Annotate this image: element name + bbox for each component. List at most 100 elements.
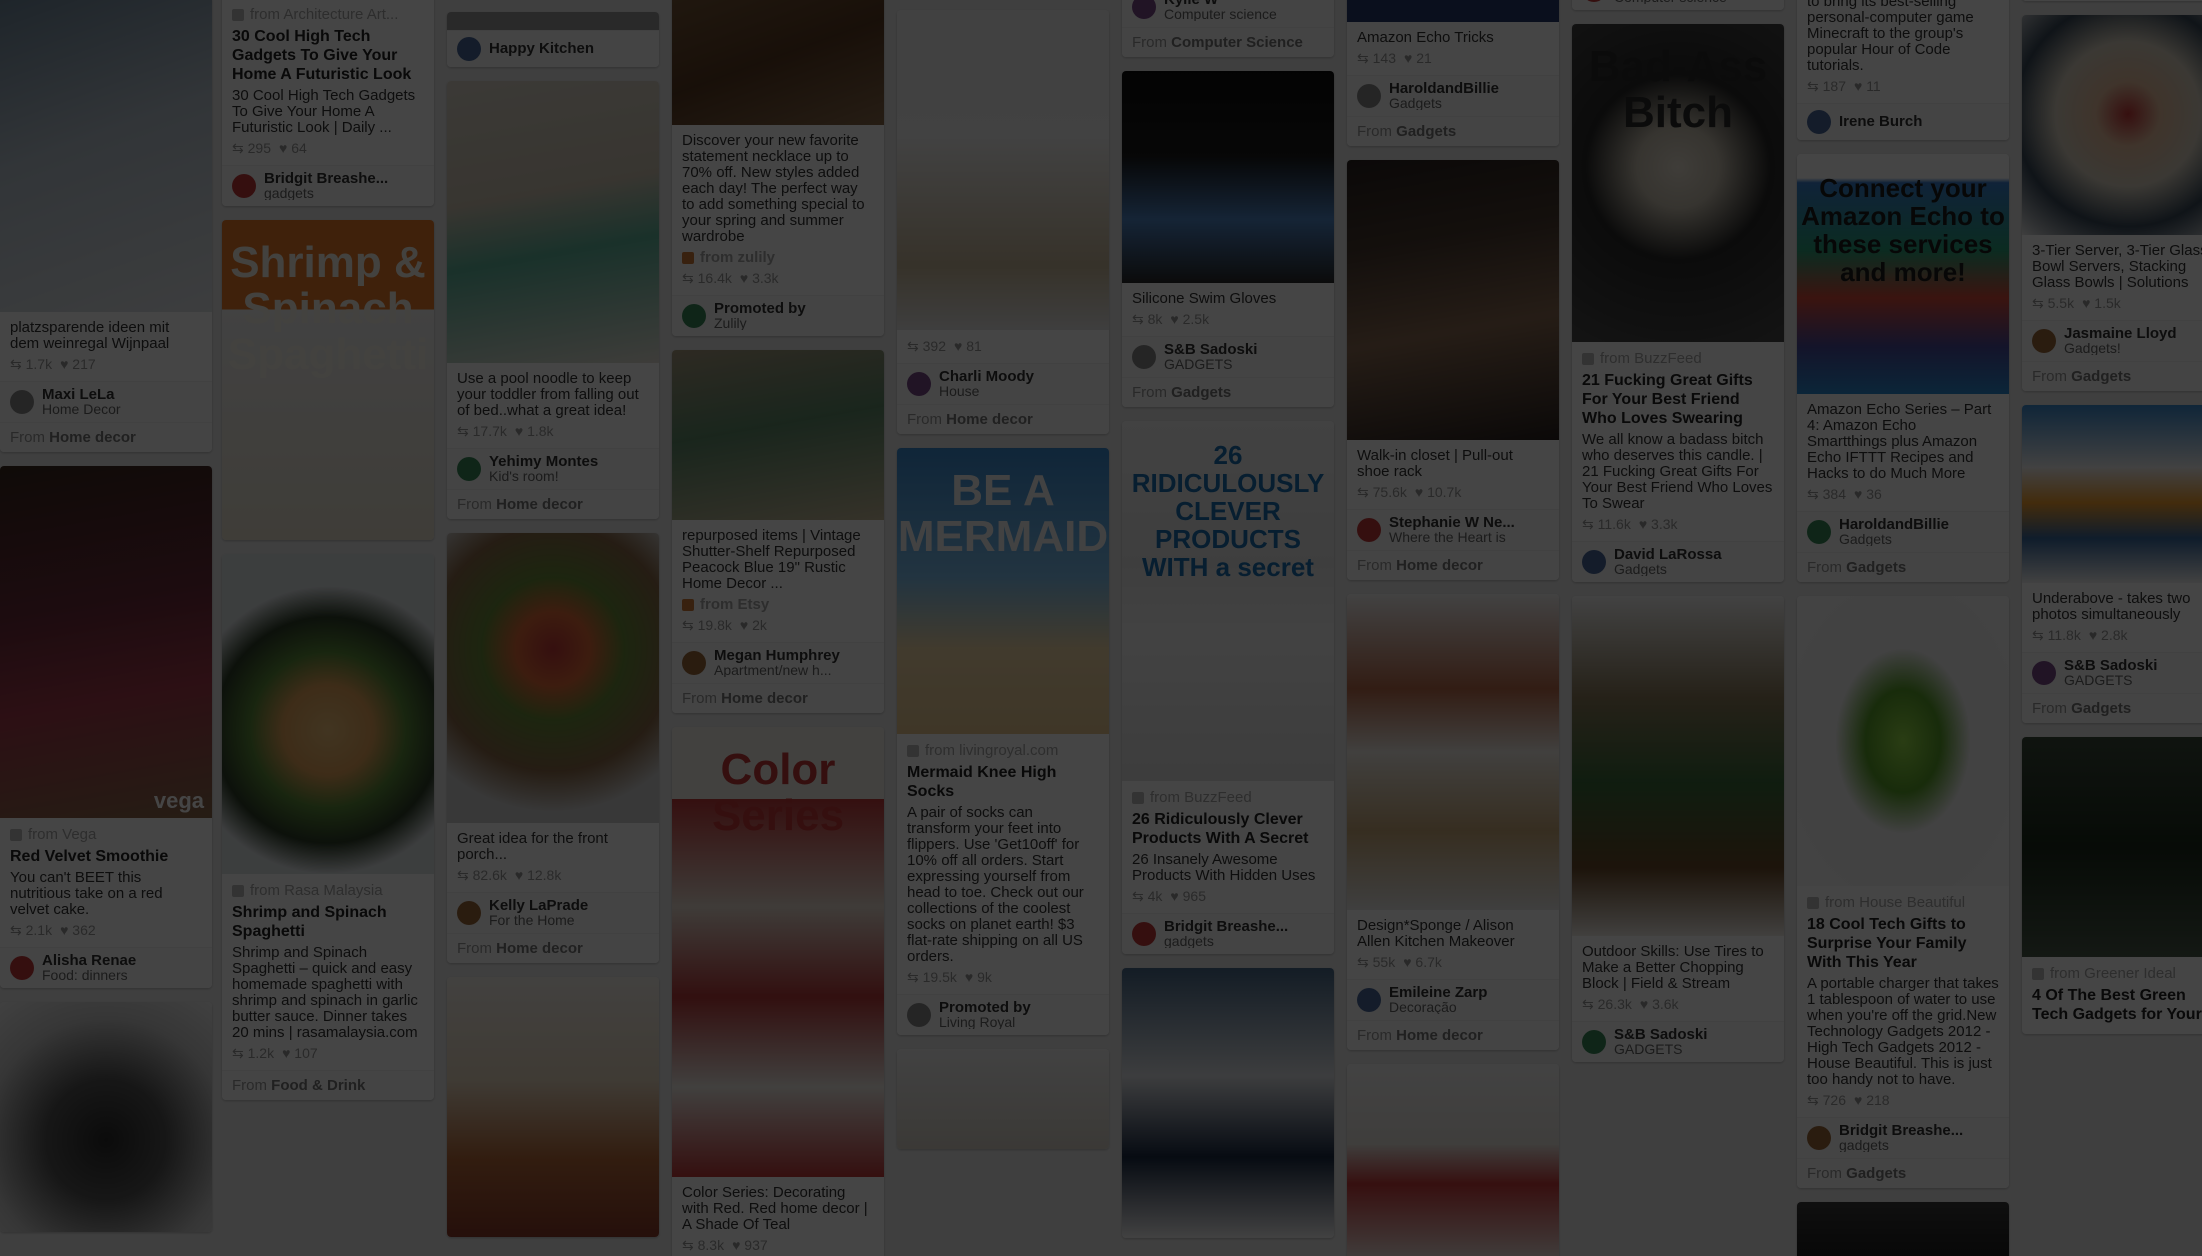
pin-card[interactable]: 3-Tier Server, 3-Tier Glass Bowl Servers… [2022,15,2202,391]
pinner-board[interactable]: Gadgets! [2064,341,2177,355]
pinner-board[interactable]: For the Home [489,913,588,927]
pinner-name[interactable]: HaroldandBillie [1389,82,1499,96]
pinner-row[interactable]: Yehimy Montes Kid's room! [447,448,659,489]
avatar[interactable] [1132,922,1156,946]
avatar[interactable] [232,174,256,198]
pinner-name[interactable]: Bridgit Breashe... [264,172,388,186]
pin-card[interactable]: vega from Vega Red Velvet Smoothie You can'… [0,466,212,988]
pinner-name[interactable]: Promoted by [939,1001,1031,1015]
pin-image[interactable] [1347,0,1559,22]
pin-card[interactable]: platzsparende ideen mit dem weinregal Wi… [0,0,212,452]
pin-card[interactable] [0,1002,212,1232]
pin-image[interactable] [0,0,212,312]
avatar[interactable] [1132,0,1156,19]
pinner-row[interactable]: S&B Sadoski GADGETS [1572,1021,1784,1062]
pin-image[interactable] [0,1002,212,1232]
pinner-row[interactable]: Bridgit Breashe... gadgets [1122,913,1334,954]
avatar[interactable] [1357,518,1381,542]
pinner-row[interactable]: Promoted by Living Royal [897,994,1109,1035]
pin-image[interactable] [897,1049,1109,1149]
pinner-row[interactable]: Irene Burch [1797,103,2009,140]
avatar[interactable] [682,304,706,328]
pinner-name[interactable]: Emileine Zarp [1389,986,1487,1000]
pinner-row[interactable]: David LaRossa Gadgets [1572,541,1784,582]
pin-title[interactable]: 18 Cool Tech Gifts to Surprise Your Fami… [1807,915,1999,972]
pinner-board[interactable]: GADGETS [1164,357,1257,371]
pin-title[interactable]: 21 Fucking Great Gifts For Your Best Fri… [1582,371,1774,428]
pin-card[interactable]: from Greener Ideal 4 Of The Best Green Te… [2022,737,2202,1034]
pinner-row[interactable]: Stephanie W Ne... Where the Heart is [1347,509,1559,550]
pin-category[interactable]: From Gadgets [1797,1158,2009,1188]
pinner-name[interactable]: Charli Moody [939,370,1034,384]
avatar[interactable] [682,651,706,675]
pinner-name[interactable]: Stephanie W Ne... [1389,516,1515,530]
avatar[interactable] [1582,0,1606,2]
pinner-board[interactable]: GADGETS [2064,673,2157,687]
pin-category[interactable]: From Home decor [447,489,659,519]
avatar[interactable] [1582,1030,1606,1054]
pin-category[interactable]: From Home decor [0,422,212,452]
pin-image[interactable] [1122,968,1334,1238]
pin-image[interactable] [447,533,659,823]
pin-image[interactable] [672,0,884,125]
pin-image[interactable] [447,977,659,1237]
pinner-row[interactable]: Charli Moody House [897,363,1109,404]
pinner-board[interactable]: Gadgets [1389,96,1499,110]
pinner-board[interactable]: Kid's room! [489,469,598,483]
pin-image[interactable] [447,12,659,30]
pin-source[interactable]: from Vega [10,826,202,843]
pin-image[interactable] [2022,15,2202,235]
pin-card[interactable] [897,1049,1109,1149]
pinner-row[interactable]: Bridgit Breashe... gadgets [222,165,434,206]
pin-image[interactable] [222,554,434,874]
pin-card[interactable]: Connect your Amazon Echo to these servic… [1797,154,2009,582]
pin-source[interactable]: from zulily [682,249,874,266]
pin-title[interactable]: 30 Cool High Tech Gadgets To Give Your H… [232,27,424,84]
pinner-name[interactable]: Alisha Renae [42,954,136,968]
avatar[interactable] [907,1003,931,1027]
pin-card[interactable]: Discover your new favorite statement nec… [672,0,884,336]
pin-card[interactable]: #JavaScript to explore the core syntax o… [1572,0,1784,10]
avatar[interactable] [907,372,931,396]
pinner-board[interactable]: gadgets [264,186,388,200]
pinner-name[interactable]: Irene Burch [1839,115,1922,129]
avatar[interactable] [1807,520,1831,544]
pin-category[interactable]: From Gadgets [1797,552,2009,582]
pin-image[interactable] [447,81,659,363]
pinner-name[interactable]: David LaRossa [1614,548,1722,562]
avatar[interactable] [1582,550,1606,574]
pin-card[interactable]: Color Series Color Series: Decorating wit… [672,727,884,1256]
pinner-board[interactable]: Gadgets [1839,532,1949,546]
pinner-name[interactable]: Promoted by [714,302,806,316]
pinner-row[interactable]: Kelly LaPrade For the Home [447,892,659,933]
pin-card[interactable] [1122,968,1334,1238]
pin-card[interactable]: Shrimp & Spinach Spaghetti [222,220,434,540]
pin-card[interactable]: BE A MERMAID from livingroyal.com Mermaid … [897,448,1109,1035]
pinner-board[interactable]: Apartment/new h... [714,663,840,677]
pinner-row[interactable]: Megan Humphrey Apartment/new h... [672,642,884,683]
pinner-name[interactable]: S&B Sadoski [1164,343,1257,357]
pin-card[interactable]: Amazon Echo Tricks ⇆ 143 ♥ 21 HaroldandBill… [1347,0,1559,146]
pinner-row[interactable]: Bridgit Breashe... gadgets [1797,1117,2009,1158]
pinner-board[interactable]: Home Decor [42,402,121,416]
pin-card[interactable]: Design*Sponge / Alison Allen Kitchen Mak… [1347,594,1559,1050]
pin-category[interactable]: From Gadgets [1347,116,1559,146]
pinner-row[interactable]: Happy Kitchen [447,30,659,67]
pin-image[interactable] [2022,737,2202,957]
pin-image[interactable] [2022,405,2202,583]
pinner-name[interactable]: Bridgit Breashe... [1839,1124,1963,1138]
pin-card[interactable]: Danelle: Let's D...Skillet Recipes [2022,0,2202,1]
pinner-name[interactable]: Megan Humphrey [714,649,840,663]
pin-card[interactable]: Great idea for the front porch... ⇆ 82.6k… [447,533,659,963]
pin-card[interactable]: from Architecture Art... 30 Cool High Tec… [222,0,434,206]
pin-source[interactable]: from BuzzFeed [1132,789,1324,806]
pinner-name[interactable]: Kylie W [1164,0,1277,7]
pin-category[interactable]: From Home decor [1347,550,1559,580]
pinner-row[interactable]: Alisha Renae Food: dinners [0,947,212,988]
pin-category[interactable]: From Home decor [672,683,884,713]
pinner-board[interactable]: Food: dinners [42,968,136,982]
pinner-name[interactable]: Kelly LaPrade [489,899,588,913]
avatar[interactable] [1357,988,1381,1012]
avatar[interactable] [2032,661,2056,685]
pin-image[interactable] [1797,596,2009,886]
